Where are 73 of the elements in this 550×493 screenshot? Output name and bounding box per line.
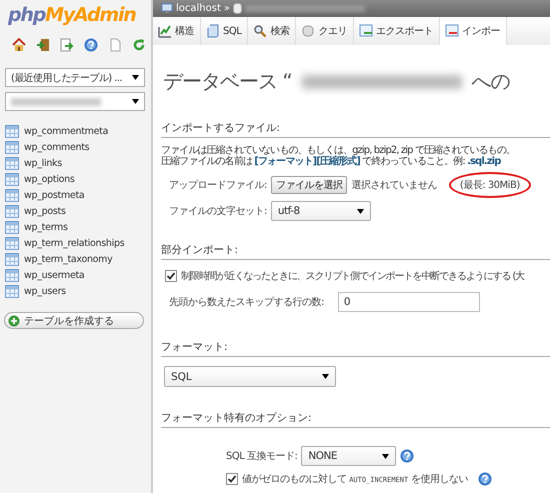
tab[interactable]: SQL (201, 17, 248, 45)
file-size-limit: (最長: 30MiB) (448, 172, 531, 198)
create-table-button[interactable]: テーブルを作成する (4, 312, 144, 329)
checkbox[interactable] (165, 270, 177, 282)
description-text: ファイルは圧縮されていないもの、もしくは、gzip, bzip2, zip で圧縮されているもの。 (161, 145, 516, 156)
table-icon[interactable] (5, 268, 19, 282)
reload-icon[interactable] (132, 38, 146, 52)
section-heading: インポートするファイル: (161, 121, 550, 138)
file-status: 選択されていません (351, 179, 437, 192)
breadcrumb-link[interactable]: localhost (176, 3, 221, 14)
table-icon[interactable] (5, 140, 19, 154)
tab[interactable]: エクスポート (354, 17, 440, 45)
table-icon[interactable] (5, 284, 19, 298)
field-label: アップロードファイル: (169, 178, 267, 192)
database-select[interactable] (5, 92, 145, 111)
document-arrow-icon[interactable] (60, 38, 74, 52)
dropdown-caret-icon (132, 75, 139, 80)
table-select[interactable]: (最近使用したテーブル) ... (5, 68, 145, 87)
table-link[interactable]: wp_users (24, 286, 66, 296)
logo-text: phpMyAdmin (8, 4, 136, 26)
dropdown-caret-icon (132, 99, 139, 104)
table-icon[interactable] (5, 236, 19, 250)
table-link[interactable]: wp_posts (24, 206, 66, 216)
field-label: SQL 互換モード: (226, 450, 298, 463)
search-icon (253, 24, 268, 38)
dropdown-caret-icon (322, 374, 329, 379)
table-link[interactable]: wp_postmeta (24, 190, 84, 200)
table-icon[interactable] (5, 124, 19, 138)
table-link[interactable]: wp_terms (24, 222, 68, 232)
section-heading: 部分インポート: (161, 243, 550, 260)
table-icon[interactable] (5, 220, 19, 234)
help-icon[interactable] (84, 38, 98, 52)
server-icon (161, 3, 173, 14)
table-link[interactable]: wp_commentmeta (24, 126, 108, 136)
table-icon[interactable] (5, 204, 19, 218)
table-link[interactable]: wp_usermeta (24, 270, 84, 280)
plus-circle-icon (8, 314, 20, 326)
help-icon[interactable] (478, 472, 492, 486)
field-label: ファイルの文字セット: (169, 204, 267, 218)
tab[interactable]: 構造 (153, 17, 201, 45)
format-select[interactable]: SQL (164, 366, 336, 387)
charset-select[interactable]: utf-8 (270, 201, 371, 221)
tab[interactable]: インポー (440, 17, 507, 45)
checkbox-label: 制限時間が近くなったときに、スクリプト側でインポートを中断できるようにする (大 (181, 270, 524, 283)
help-icon[interactable] (400, 449, 414, 463)
table-link[interactable]: wp_term_taxonomy (24, 254, 112, 264)
field-label: 先頭から数えたスキップする行の数: (169, 296, 324, 309)
home-icon[interactable] (12, 38, 26, 52)
table-icon[interactable] (5, 188, 19, 202)
tab[interactable]: クエリ (296, 17, 354, 45)
page-title: データベース “ (163, 68, 292, 95)
breadcrumb-separator: » (224, 3, 230, 14)
document-icon[interactable] (108, 38, 122, 52)
description-text: 圧縮ファイルの名前は [フォーマット][圧縮形式] で終わっていること。例: .sql.zip (161, 156, 502, 167)
skip-rows-field[interactable]: 0 (338, 292, 480, 312)
table-link[interactable]: wp_comments (24, 142, 90, 152)
section-heading: フォーマット: (161, 340, 550, 357)
checkbox[interactable] (226, 473, 238, 485)
choose-file-button[interactable]: ファイルを選択 (270, 176, 348, 194)
table-link[interactable]: wp_options (24, 174, 75, 184)
table-link[interactable]: wp_term_relationships (24, 238, 124, 248)
tab[interactable]: 検索 (248, 17, 296, 45)
database-icon (233, 3, 242, 14)
section-heading: フォーマット特有のオプション: (161, 411, 550, 428)
table-link[interactable]: wp_links (24, 158, 62, 168)
table-icon[interactable] (5, 172, 19, 186)
page-title: への (472, 68, 510, 95)
dropdown-caret-icon (382, 454, 390, 458)
table-icon[interactable] (5, 252, 19, 266)
dropdown-caret-icon (356, 208, 364, 214)
table-icon[interactable] (5, 156, 19, 170)
exit-door-icon[interactable] (36, 38, 50, 52)
compatibility-mode-select[interactable]: NONE (301, 446, 396, 466)
